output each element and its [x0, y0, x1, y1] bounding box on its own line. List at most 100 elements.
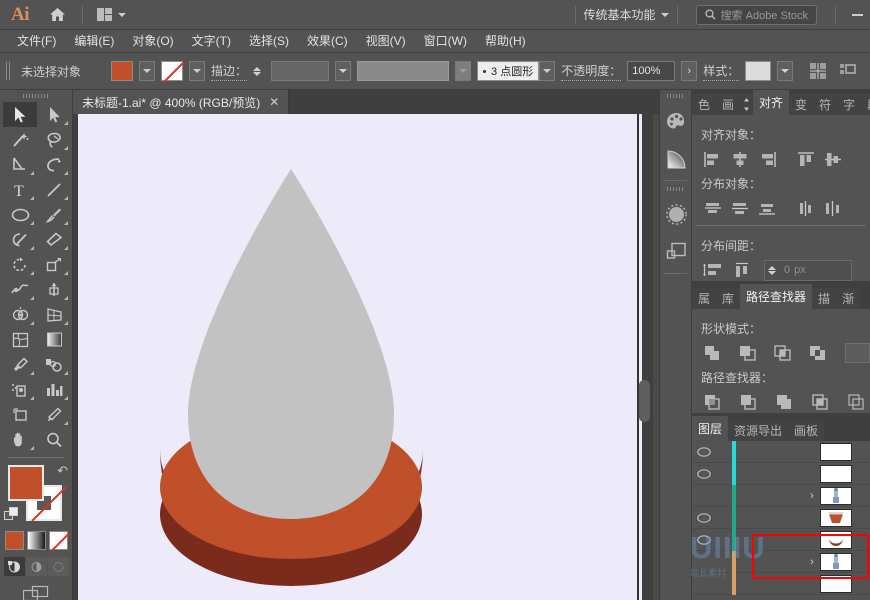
scale-tool[interactable]: [37, 252, 71, 277]
stroke-weight-dropdown[interactable]: [335, 61, 352, 81]
panel-collapse-handle[interactable]: [639, 380, 650, 422]
artboard[interactable]: [78, 114, 642, 600]
layer-thumbnail[interactable]: [820, 486, 852, 505]
ellipse-tool[interactable]: [3, 202, 37, 227]
direct-selection-tool[interactable]: [37, 102, 71, 127]
tab-brushes[interactable]: 画: [716, 94, 741, 115]
tab-layers[interactable]: 图层: [692, 416, 729, 441]
spacing-stepper[interactable]: [768, 265, 780, 275]
symbols-panel-icon[interactable]: [660, 233, 693, 271]
arrange-documents-button[interactable]: [91, 4, 132, 26]
layer-thumbnail[interactable]: [820, 442, 852, 461]
stroke-color-dropdown[interactable]: [189, 61, 206, 81]
symbol-sprayer-tool[interactable]: [3, 377, 37, 402]
divide-icon[interactable]: [700, 391, 725, 413]
visibility-icon[interactable]: [692, 446, 715, 457]
unite-icon[interactable]: [700, 342, 724, 364]
gradient-panel-icon[interactable]: [660, 140, 693, 178]
search-input-placeholder[interactable]: 搜索 Adobe Stock: [721, 7, 808, 23]
menu-help[interactable]: 帮助(H): [476, 30, 535, 53]
layer-thumbnail[interactable]: [820, 464, 852, 483]
tab-pathfinder[interactable]: 路径查找器: [740, 284, 813, 309]
layer-thumbnail[interactable]: [820, 508, 852, 527]
slice-tool[interactable]: [37, 402, 71, 427]
menu-view[interactable]: 视图(V): [357, 30, 415, 53]
control-bar-grip[interactable]: [6, 62, 11, 80]
tab-paragraph[interactable]: 段: [861, 94, 870, 115]
fill-color-box[interactable]: [8, 465, 44, 501]
layer-row[interactable]: [692, 528, 870, 551]
minimize-icon[interactable]: [844, 0, 870, 30]
align-right-icon[interactable]: [754, 148, 779, 170]
workspace-switcher-label[interactable]: 传统基本功能: [584, 6, 661, 23]
opacity-dropdown[interactable]: ›: [681, 61, 698, 81]
graphic-style-swatch[interactable]: [745, 61, 772, 81]
tools-panel-grip[interactable]: [0, 90, 72, 102]
chevron-down-icon[interactable]: [660, 12, 669, 17]
tab-transform[interactable]: 变: [789, 94, 814, 115]
pen-tool[interactable]: [3, 152, 37, 177]
brush-definition-dropdown[interactable]: [539, 61, 556, 81]
distribute-horizontal-center-icon[interactable]: [820, 197, 845, 219]
layer-row[interactable]: [692, 462, 870, 485]
document-tab[interactable]: 未标题-1.ai* @ 400% (RGB/预览) ✕: [73, 90, 290, 114]
stroke-weight-stepper[interactable]: [253, 66, 265, 76]
outline-icon[interactable]: [844, 391, 869, 413]
layer-row[interactable]: [692, 506, 870, 529]
layer-row[interactable]: ›: [692, 550, 870, 573]
trim-icon[interactable]: [736, 391, 761, 413]
home-icon[interactable]: [40, 0, 74, 30]
brush-definition[interactable]: 3 点圆形: [477, 61, 556, 81]
fill-color-swatch[interactable]: [111, 61, 134, 81]
selection-tool[interactable]: [3, 102, 37, 127]
expand-arrow[interactable]: ›: [804, 556, 820, 568]
tab-symbols[interactable]: 符: [813, 94, 838, 115]
perspective-grid-tool[interactable]: [37, 302, 71, 327]
blend-tool[interactable]: [37, 352, 71, 377]
minus-front-icon[interactable]: [735, 342, 759, 364]
exclude-icon[interactable]: [806, 342, 830, 364]
menu-select[interactable]: 选择(S): [240, 30, 298, 53]
curvature-tool[interactable]: [37, 152, 71, 177]
column-graph-tool[interactable]: [37, 377, 71, 402]
draw-normal-button[interactable]: [3, 557, 25, 576]
layer-thumbnail[interactable]: [820, 530, 852, 549]
tab-character[interactable]: 字: [837, 94, 862, 115]
type-tool[interactable]: T: [3, 177, 37, 202]
align-left-icon[interactable]: [700, 148, 725, 170]
tab-artboards[interactable]: 画板: [788, 420, 825, 441]
shape-builder-tool[interactable]: [3, 302, 37, 327]
intersect-icon[interactable]: [770, 342, 794, 364]
opacity-input[interactable]: 100%: [627, 61, 676, 81]
color-button[interactable]: [4, 531, 24, 550]
align-vertical-center-icon[interactable]: [820, 148, 845, 170]
menu-type[interactable]: 文字(T): [183, 30, 240, 53]
tab-align[interactable]: 对齐: [753, 90, 790, 115]
color-panel-icon[interactable]: [660, 102, 693, 140]
stroke-profile-dropdown[interactable]: [455, 61, 472, 81]
visibility-icon[interactable]: [692, 468, 715, 479]
magic-wand-tool[interactable]: [3, 127, 37, 152]
document-canvas[interactable]: [73, 114, 653, 600]
menu-object[interactable]: 对象(O): [123, 30, 182, 53]
distribute-vertical-bottom-icon[interactable]: [754, 197, 779, 219]
hand-tool[interactable]: [3, 427, 37, 452]
dock-grip-2[interactable]: [660, 183, 691, 195]
none-button[interactable]: [48, 531, 68, 550]
brushes-panel-icon[interactable]: [660, 195, 693, 233]
line-segment-tool[interactable]: [37, 177, 71, 202]
distribute-vertical-center-icon[interactable]: [727, 197, 752, 219]
paintbrush-tool[interactable]: [37, 202, 71, 227]
mesh-tool[interactable]: [3, 327, 37, 352]
layer-row[interactable]: [692, 440, 870, 463]
menu-window[interactable]: 窗口(W): [415, 30, 476, 53]
stroke-color-swatch[interactable]: [161, 61, 184, 81]
stroke-weight-input[interactable]: [271, 61, 330, 81]
default-fill-stroke-icon[interactable]: [4, 507, 19, 525]
dock-grip[interactable]: [660, 90, 691, 102]
width-tool[interactable]: [3, 277, 37, 302]
horizontal-distribute-space-icon[interactable]: [729, 259, 754, 281]
eyedropper-tool[interactable]: [3, 352, 37, 377]
crop-icon[interactable]: [808, 391, 833, 413]
opacity-label[interactable]: 不透明度：: [561, 62, 622, 81]
